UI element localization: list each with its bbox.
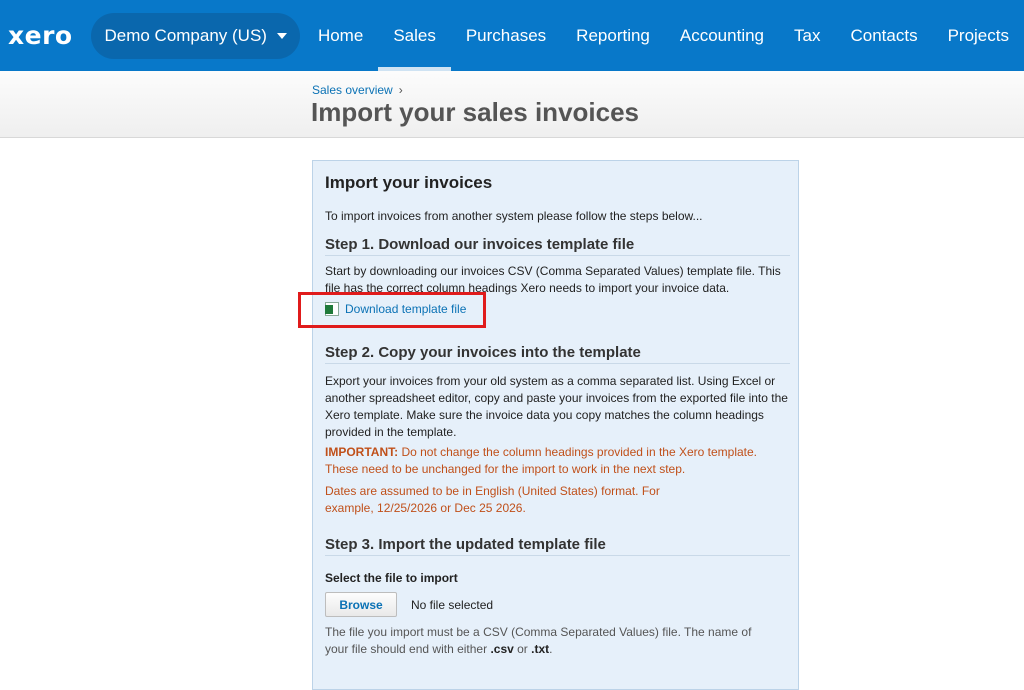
page-header: Sales overview › Import your sales invoic… [0, 71, 1024, 138]
browse-button[interactable]: Browse [325, 592, 397, 617]
panel-title: Import your invoices [325, 173, 493, 192]
select-file-label: Select the file to import [325, 571, 458, 585]
top-navigation: xero Demo Company (US) Home Sales Purcha… [0, 0, 1024, 71]
step1-heading: Step 1. Download our invoices template f… [325, 236, 790, 256]
date-format-note: Dates are assumed to be in English (Unit… [325, 484, 660, 515]
nav-item-home[interactable]: Home [303, 0, 378, 71]
nav-item-tax[interactable]: Tax [779, 0, 835, 71]
step2-text: Export your invoices from your old syste… [325, 374, 788, 439]
important-label: IMPORTANT: [325, 445, 399, 459]
txt-extension: .txt [531, 642, 550, 656]
main-menu: Home Sales Purchases Reporting Accountin… [303, 0, 1024, 71]
nav-item-projects[interactable]: Projects [933, 0, 1024, 71]
highlight-box [298, 292, 486, 328]
file-status: No file selected [411, 598, 494, 612]
organisation-name: Demo Company (US) [104, 25, 267, 45]
nav-item-accounting[interactable]: Accounting [665, 0, 779, 71]
step2-heading: Step 2. Copy your invoices into the temp… [325, 344, 790, 364]
file-type-note-or: or [513, 642, 532, 656]
chevron-down-icon [276, 32, 287, 39]
csv-extension: .csv [490, 642, 514, 656]
file-type-note-end: . [549, 642, 553, 656]
page-title: Import your sales invoices [311, 97, 640, 127]
import-panel: Import your invoices To import invoices … [312, 160, 799, 690]
nav-item-sales[interactable]: Sales [378, 0, 451, 71]
nav-item-reporting[interactable]: Reporting [561, 0, 665, 71]
breadcrumb-sales-overview-link[interactable]: Sales overview [312, 83, 393, 97]
nav-item-purchases[interactable]: Purchases [451, 0, 561, 71]
organisation-switcher[interactable]: Demo Company (US) [91, 12, 300, 59]
intro-text: To import invoices from another system p… [325, 209, 703, 223]
breadcrumb-separator: › [398, 83, 403, 97]
step3-heading: Step 3. Import the updated template file [325, 536, 790, 556]
breadcrumb: Sales overview › [312, 83, 403, 97]
important-note: IMPORTANT: Do not change the column head… [325, 444, 790, 478]
xero-logo[interactable]: xero [8, 21, 77, 50]
nav-item-contacts[interactable]: Contacts [835, 0, 932, 71]
file-type-note: The file you import must be a CSV (Comma… [325, 624, 765, 658]
